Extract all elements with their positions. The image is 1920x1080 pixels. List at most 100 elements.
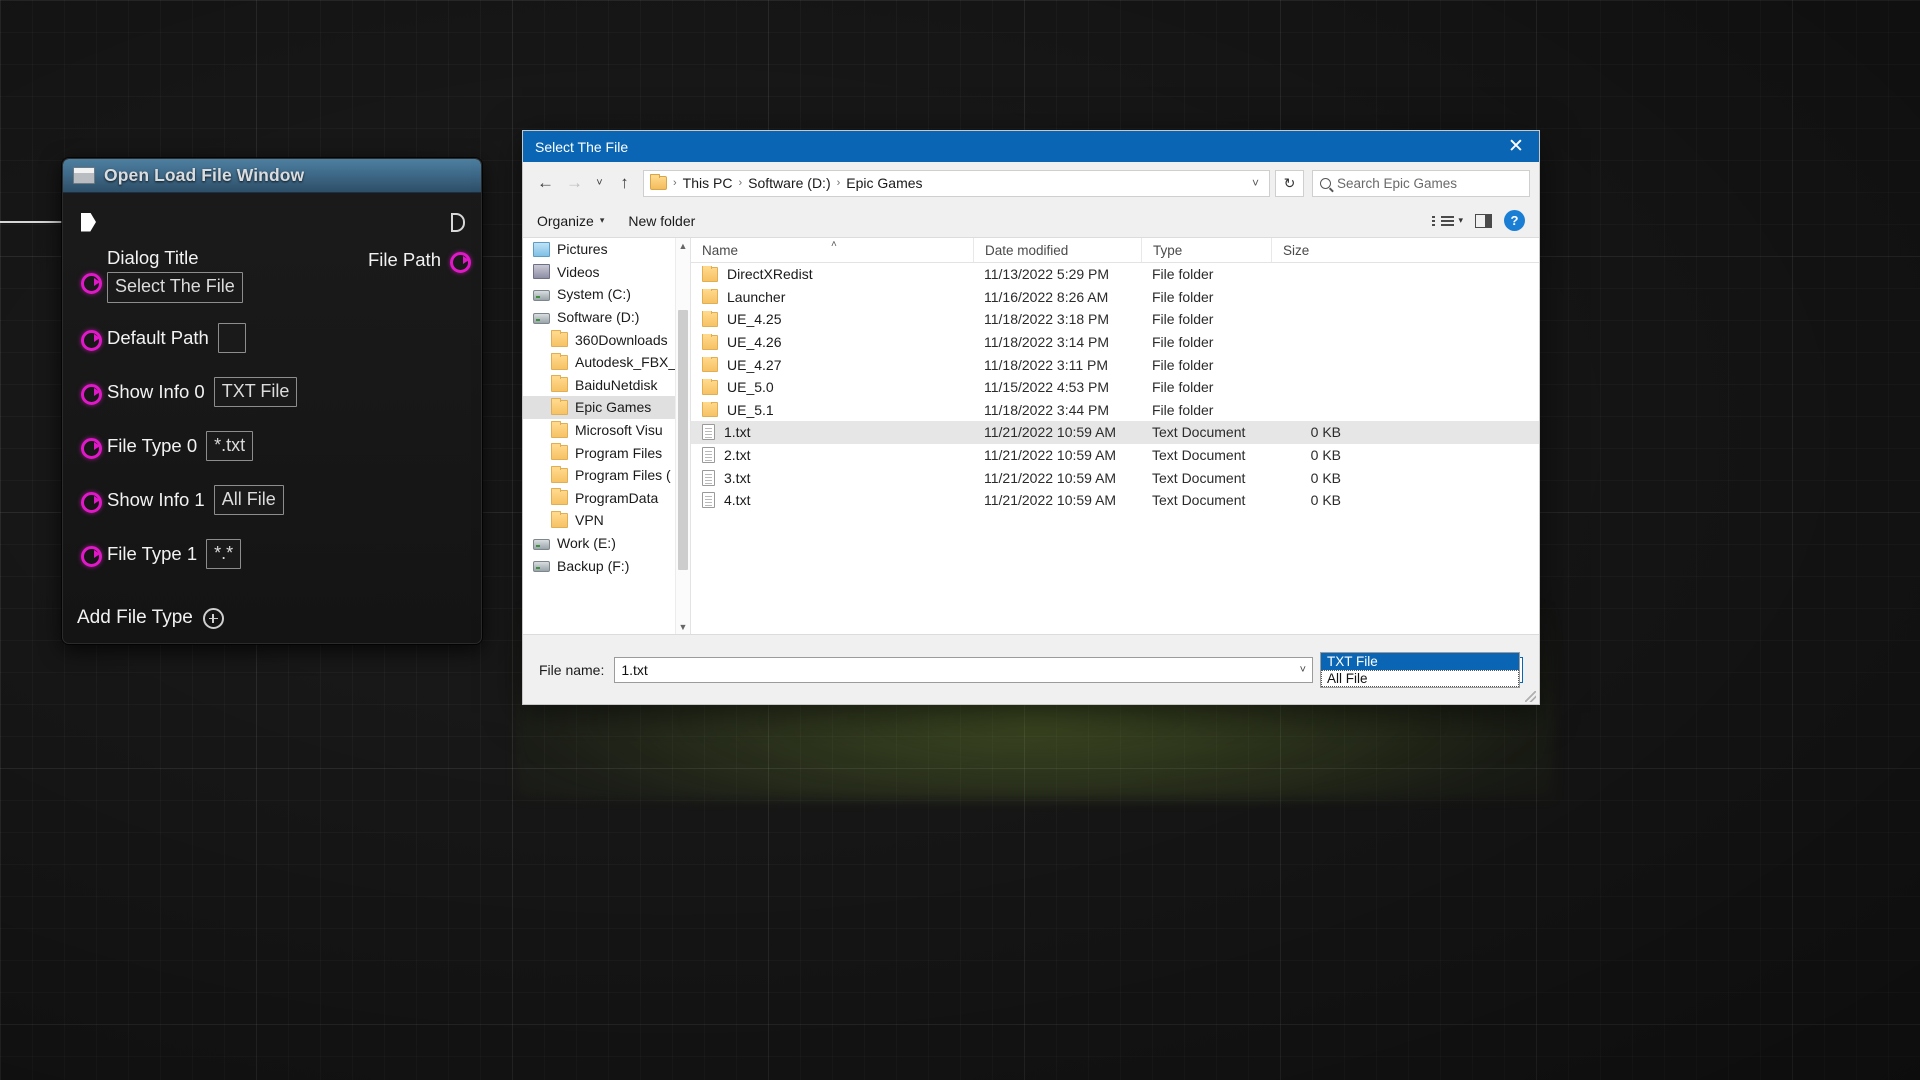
folder-icon — [702, 266, 718, 282]
pin-default-path[interactable] — [81, 329, 102, 351]
new-folder-button[interactable]: New folder — [628, 213, 695, 229]
sidebar-item-autodesk-fbx[interactable]: Autodesk_FBX_ — [523, 351, 690, 374]
pin-file-type-0[interactable] — [81, 437, 102, 459]
chevron-down-icon[interactable]: ˅ — [1300, 664, 1306, 676]
breadcrumb-separator: › — [738, 177, 743, 189]
chevron-down-icon[interactable]: ˅ — [1252, 176, 1263, 190]
sidebar-item-vpn[interactable]: VPN — [523, 509, 690, 532]
exec-in-pin[interactable] — [81, 212, 96, 232]
column-header-size[interactable]: Size — [1271, 238, 1353, 262]
node-title-label: Open Load File Window — [104, 165, 305, 185]
column-header-name[interactable]: Name — [691, 238, 973, 262]
table-row[interactable]: UE_4.26 11/18/2022 3:14 PM File folder — [691, 331, 1539, 354]
add-file-type-button[interactable]: Add File Type — [77, 607, 224, 629]
table-row[interactable]: 3.txt 11/21/2022 10:59 AM Text Document 0 K… — [691, 466, 1539, 489]
cell-type: Text Document — [1152, 492, 1246, 509]
cell-date-modified: 11/21/2022 10:59 AM — [984, 492, 1117, 509]
input-show-info-1[interactable]: All File — [213, 484, 284, 516]
sidebar-item-work-e[interactable]: Work (E:) — [523, 532, 690, 555]
sidebar-item-microsoft-visu[interactable]: Microsoft Visu — [523, 419, 690, 442]
table-row[interactable]: 4.txt 11/21/2022 10:59 AM Text Document 0 K… — [691, 489, 1539, 512]
file-open-dialog[interactable]: Select The File ✕ ← → ˅ ↑ › This PC › So… — [522, 130, 1540, 705]
breadcrumb[interactable]: › This PC › Software (D:) › Epic Games ˅ — [643, 169, 1270, 197]
preview-pane-icon[interactable] — [1475, 213, 1492, 228]
node-title-bar[interactable]: Open Load File Window — [63, 159, 481, 193]
refresh-icon[interactable]: ↻ — [1275, 169, 1304, 197]
sidebar-item-epic-games[interactable]: Epic Games — [523, 396, 690, 419]
row-file-type-1: File Type 1 *.* — [63, 527, 481, 581]
organize-button[interactable]: Organize ▾ — [537, 213, 604, 229]
search-input[interactable]: Search Epic Games — [1312, 169, 1530, 197]
input-default-path[interactable] — [217, 323, 246, 353]
back-arrow-icon[interactable]: ← — [532, 170, 559, 197]
column-header-type[interactable]: Type — [1141, 238, 1271, 262]
forward-arrow-icon[interactable]: → — [561, 170, 588, 197]
drive-icon — [533, 312, 550, 324]
folder-icon — [702, 334, 718, 350]
file-list-view[interactable]: ˄ Name Date modified Type Size DirectXRe… — [691, 238, 1539, 634]
scroll-down-icon[interactable]: ▼ — [676, 619, 690, 634]
sidebar-scrollbar[interactable]: ▲ ▼ — [675, 238, 690, 634]
sidebar-item-programdata[interactable]: ProgramData — [523, 487, 690, 510]
recent-locations-chevron-icon[interactable]: ˅ — [590, 170, 609, 197]
exec-row — [63, 199, 481, 245]
input-file-type-0[interactable]: *.txt — [206, 430, 254, 462]
cell-size: 0 KB — [1310, 469, 1341, 486]
sidebar-item-360downloads[interactable]: 360Downloads — [523, 328, 690, 351]
sidebar-item-baidunetdisk[interactable]: BaiduNetdisk — [523, 374, 690, 397]
input-dialog-title[interactable]: Select The File — [107, 272, 243, 303]
cell-date-modified: 11/21/2022 10:59 AM — [984, 424, 1117, 441]
pin-label-file-type-0: File Type 0 — [107, 435, 198, 456]
breadcrumb-item-epic-games[interactable]: Epic Games — [846, 175, 922, 191]
file-type-dropdown-list[interactable]: TXT File All File — [1320, 652, 1520, 688]
pin-show-info-1[interactable] — [81, 491, 102, 513]
table-row[interactable]: 2.txt 11/21/2022 10:59 AM Text Document 0 K… — [691, 444, 1539, 467]
list-view-icon — [1432, 215, 1436, 226]
input-file-type-1[interactable]: *.* — [206, 538, 242, 570]
table-row[interactable]: UE_4.25 11/18/2022 3:18 PM File folder — [691, 308, 1539, 331]
pin-file-type-1[interactable] — [81, 545, 102, 567]
dropdown-option-txt-file[interactable]: TXT File — [1321, 653, 1519, 670]
sidebar-item-videos[interactable]: Videos — [523, 261, 690, 284]
breadcrumb-item-software-d[interactable]: Software (D:) — [748, 175, 830, 191]
file-name-input[interactable]: 1.txt ˅ — [614, 656, 1313, 683]
blueprint-node-open-load-file-window[interactable]: Open Load File Window Dialog Title Selec… — [62, 158, 482, 644]
plus-circle-icon[interactable] — [202, 607, 224, 629]
output-file-path-row: File Path — [368, 249, 471, 273]
sidebar-item-system-c[interactable]: System (C:) — [523, 283, 690, 306]
exec-out-pin[interactable] — [451, 212, 465, 232]
sidebar-item-pictures[interactable]: Pictures — [523, 238, 690, 261]
table-row[interactable]: 1.txt 11/21/2022 10:59 AM Text Document 0 K… — [691, 421, 1539, 444]
navigation-sidebar[interactable]: Pictures Videos System (C:) Software (D:) 36… — [523, 238, 691, 634]
breadcrumb-item-this-pc[interactable]: This PC — [683, 175, 733, 191]
sidebar-item-program-files[interactable]: Program Files ( — [523, 464, 690, 487]
sidebar-item-backup-f[interactable]: Backup (F:) — [523, 554, 690, 577]
dropdown-option-all-file[interactable]: All File — [1321, 670, 1519, 687]
close-icon[interactable]: ✕ — [1493, 131, 1539, 162]
dialog-main-area: Pictures Videos System (C:) Software (D:) 36… — [523, 238, 1539, 634]
sidebar-item-label: BaiduNetdisk — [575, 376, 658, 393]
table-row[interactable]: UE_4.27 11/18/2022 3:11 PM File folder — [691, 353, 1539, 376]
column-header-date-modified[interactable]: Date modified — [973, 238, 1141, 262]
window-icon — [73, 167, 95, 184]
dialog-title-bar[interactable]: Select The File ✕ — [523, 131, 1539, 162]
up-arrow-icon[interactable]: ↑ — [611, 170, 638, 197]
scroll-up-icon[interactable]: ▲ — [676, 238, 690, 253]
change-view-button[interactable]: ▾ — [1432, 215, 1463, 226]
table-row[interactable]: UE_5.1 11/18/2022 3:44 PM File folder — [691, 399, 1539, 422]
sidebar-item-software-d[interactable]: Software (D:) — [523, 306, 690, 329]
pin-dialog-title[interactable] — [81, 273, 102, 294]
resize-grip[interactable] — [1525, 691, 1536, 702]
table-row[interactable]: DirectXRedist 11/13/2022 5:29 PM File fold… — [691, 263, 1539, 286]
input-show-info-0[interactable]: TXT File — [213, 376, 298, 408]
sidebar-item-program-files[interactable]: Program Files — [523, 441, 690, 464]
help-icon[interactable]: ? — [1504, 210, 1525, 231]
pin-label-show-info-0: Show Info 0 — [107, 381, 205, 402]
pin-show-info-0[interactable] — [81, 383, 102, 405]
file-name-text: 1.txt — [724, 424, 751, 441]
table-row[interactable]: UE_5.0 11/15/2022 4:53 PM File folder — [691, 376, 1539, 399]
folder-icon — [551, 510, 568, 528]
scrollbar-thumb[interactable] — [678, 310, 688, 570]
table-row[interactable]: Launcher 11/16/2022 8:26 AM File folder — [691, 286, 1539, 309]
pin-file-path-output[interactable] — [450, 251, 471, 273]
